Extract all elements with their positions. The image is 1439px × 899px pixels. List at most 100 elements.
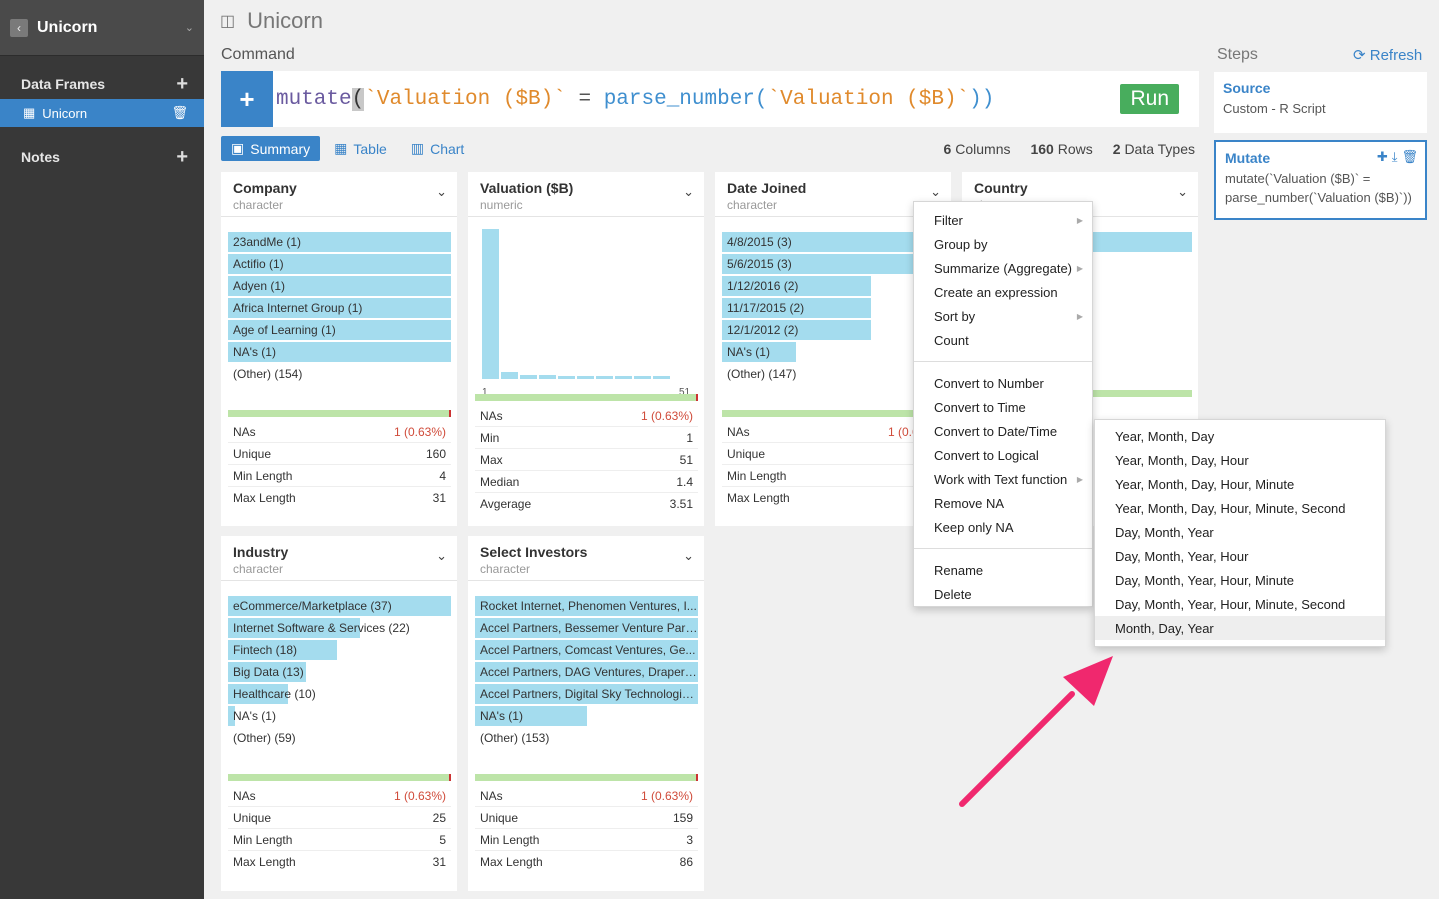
trash-icon[interactable]: 🗑 <box>1401 149 1418 165</box>
menu-item[interactable]: Rename <box>914 558 1092 582</box>
tab-chart[interactable]: ▥ Chart <box>401 136 474 161</box>
submenu-item[interactable]: Day, Month, Year <box>1095 520 1385 544</box>
menu-item[interactable]: Convert to Number <box>914 371 1092 395</box>
submenu-item[interactable]: Month, Day, Year, Hour <box>1095 640 1385 647</box>
bar-label: Big Data (13) <box>233 665 304 679</box>
command-input[interactable]: mutate(`Valuation ($B)` = parse_number(`… <box>276 87 1120 111</box>
tab-table[interactable]: ▦ Table <box>324 136 397 161</box>
bar-row: Healthcare (10) <box>228 684 451 704</box>
stat-key: NAs <box>480 788 503 803</box>
add-data-frame-icon[interactable]: + <box>176 74 188 94</box>
stat-key: Unique <box>233 810 272 825</box>
chevron-down-icon[interactable]: ⌄ <box>436 548 447 564</box>
stat-row: Min 1 <box>475 427 698 449</box>
add-step-button[interactable]: + <box>221 71 273 127</box>
na-ratio-bar <box>228 774 451 781</box>
submenu-item[interactable]: Year, Month, Day, Hour, Minute <box>1095 472 1385 496</box>
chevron-down-icon[interactable]: ⌄ <box>185 21 194 34</box>
submenu-item[interactable]: Day, Month, Year, Hour, Minute <box>1095 568 1385 592</box>
stats-table: NAs 1 (0.63%) Unique 25 Min Length 5 Max Lengt… <box>221 781 457 873</box>
submenu-item[interactable]: Month, Day, Year <box>1095 616 1385 640</box>
column-name: Country <box>974 180 1028 196</box>
menu-item-label: Rename <box>934 562 984 578</box>
summary-icon: ▣ <box>231 140 245 156</box>
submenu-item[interactable]: Year, Month, Day, Hour <box>1095 448 1385 472</box>
menu-item-label: Convert to Date/Time <box>934 423 1058 439</box>
table-icon: ▦ <box>23 105 36 120</box>
stat-key: NAs <box>233 424 256 439</box>
types-count: 2 Data Types <box>1112 141 1195 157</box>
sidebar-header[interactable]: ‹ Unicorn ⌄ <box>0 0 204 56</box>
bar-label: 5/6/2015 (3) <box>727 257 792 271</box>
add-note-icon[interactable]: + <box>176 147 188 167</box>
menu-item[interactable]: Sort by ▶ <box>914 304 1092 328</box>
chevron-right-icon: ▶ <box>1076 311 1083 321</box>
stat-value: 25 <box>432 810 446 825</box>
download-icon[interactable]: ⤓ <box>1392 149 1398 165</box>
stat-key: NAs <box>727 424 750 439</box>
bar-label: 23andMe (1) <box>233 235 302 249</box>
menu-item-label: Group by <box>934 236 988 252</box>
menu-item[interactable]: Convert to Time <box>914 395 1092 419</box>
bar-row: Fintech (18) <box>228 640 451 660</box>
menu-item[interactable]: Summarize (Aggregate) ▶ <box>914 256 1092 280</box>
hist-bar <box>520 374 537 379</box>
panel-icon[interactable]: ◫ <box>220 11 235 31</box>
step-source[interactable]: Source Custom - R Script <box>1214 72 1427 133</box>
card-header[interactable]: Valuation ($B) numeric ⌄ <box>468 172 704 217</box>
menu-item[interactable]: Create an expression <box>914 280 1092 304</box>
run-button[interactable]: Run <box>1120 84 1179 114</box>
submenu-item[interactable]: Year, Month, Day <box>1095 424 1385 448</box>
chevron-down-icon[interactable]: ⌄ <box>683 184 694 200</box>
bar-row: NA's (1) <box>475 706 698 726</box>
stats-table: NAs 1 (0.63%) Min 1 Max 51 Median 1.4 Avgerage 3.… <box>468 401 704 515</box>
refresh-button[interactable]: ⟳ Refresh <box>1353 46 1422 64</box>
stat-row: Min Length <box>722 465 945 487</box>
stat-row: NAs 1 (0.63%) <box>228 785 451 807</box>
submenu-item[interactable]: Year, Month, Day, Hour, Minute, Second <box>1095 496 1385 520</box>
menu-item-label: Convert to Logical <box>934 447 1039 463</box>
submenu-item[interactable]: Day, Month, Year, Hour <box>1095 544 1385 568</box>
chevron-down-icon[interactable]: ⌄ <box>1177 184 1188 200</box>
tab-summary[interactable]: ▣ Summary <box>221 136 321 161</box>
menu-item-label: Count <box>934 332 969 348</box>
sidebar-item-unicorn[interactable]: ▦ Unicorn 🗑 <box>0 99 204 127</box>
add-icon[interactable]: ✚ <box>1377 149 1388 165</box>
stat-value: 31 <box>432 491 446 505</box>
hist-bar <box>653 376 670 379</box>
menu-item[interactable]: Keep only NA <box>914 515 1092 539</box>
bar-label: Adyen (1) <box>233 279 286 293</box>
chevron-down-icon[interactable]: ⌄ <box>930 184 941 200</box>
bar-row: Internet Software & Services (22) <box>228 618 451 638</box>
menu-item[interactable]: Convert to Date/Time <box>914 419 1092 443</box>
bar-label: (Other) (153) <box>480 731 550 745</box>
trash-icon[interactable]: 🗑 <box>171 105 188 121</box>
back-icon[interactable]: ‹ <box>10 18 28 37</box>
chevron-down-icon[interactable]: ⌄ <box>436 184 447 200</box>
stat-row: NAs 1 (0.63%) <box>228 421 451 443</box>
menu-item[interactable]: Work with Text function ▶ <box>914 467 1092 491</box>
step-source-sub: Custom - R Script <box>1223 101 1326 116</box>
stat-row: Unique <box>722 443 945 465</box>
menu-item[interactable]: Filter ▶ <box>914 208 1092 232</box>
stat-row: Unique 159 <box>475 807 698 829</box>
card-header[interactable]: Industry character ⌄ <box>221 536 457 581</box>
stat-value: 51 <box>679 452 693 467</box>
bar-row: Africa Internet Group (1) <box>228 298 451 318</box>
na-ratio-bar <box>475 774 698 781</box>
menu-item[interactable]: Convert to Logical <box>914 443 1092 467</box>
menu-item[interactable]: Remove NA <box>914 491 1092 515</box>
card-header[interactable]: Company character ⌄ <box>221 172 457 217</box>
submenu-item[interactable]: Day, Month, Year, Hour, Minute, Second <box>1095 592 1385 616</box>
project-title: Unicorn <box>37 18 98 36</box>
menu-item[interactable]: Delete <box>914 582 1092 606</box>
menu-item[interactable]: Group by <box>914 232 1092 256</box>
chevron-down-icon[interactable]: ⌄ <box>683 548 694 564</box>
stat-value: 3.51 <box>669 497 693 511</box>
menu-item[interactable]: Count <box>914 328 1092 352</box>
card-header[interactable]: Select Investors character ⌄ <box>468 536 704 581</box>
step-mutate[interactable]: Mutate ✚ ⤓ 🗑 mutate(`Valuation ($B)` = par… <box>1214 140 1427 220</box>
table-icon: ▦ <box>334 140 348 156</box>
bar-row: Age of Learning (1) <box>228 320 451 340</box>
command-box[interactable]: + mutate(`Valuation ($B)` = parse_number… <box>221 71 1199 127</box>
